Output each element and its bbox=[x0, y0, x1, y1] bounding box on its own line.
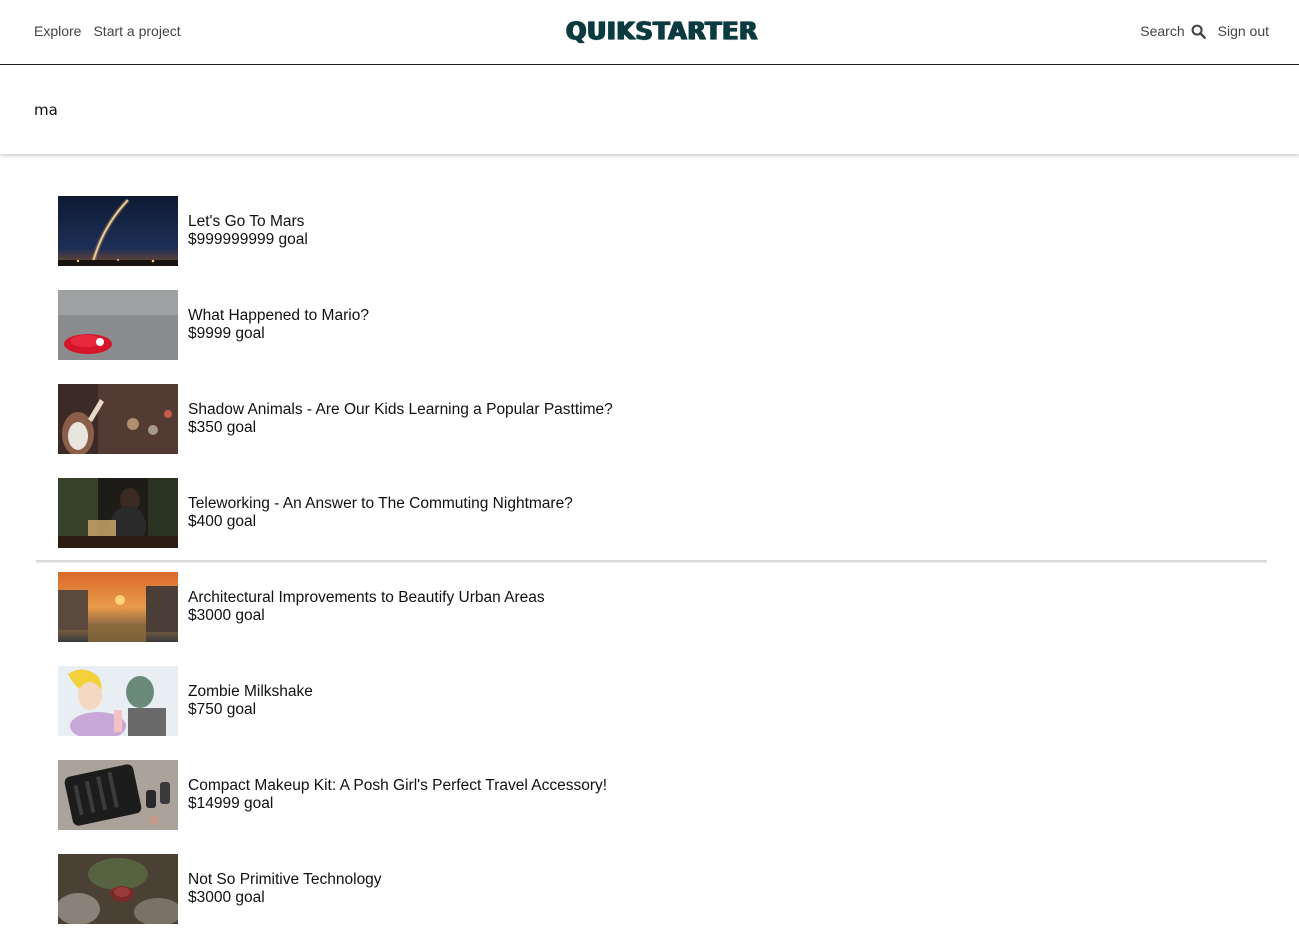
project-title: Compact Makeup Kit: A Posh Girl's Perfec… bbox=[188, 777, 608, 794]
sign-out-link[interactable]: Sign out bbox=[1218, 23, 1269, 39]
project-goal: $3000 goal bbox=[188, 889, 265, 906]
project-info: Architectural Improvements to Beautify U… bbox=[188, 589, 545, 625]
result-item[interactable]: Compact Makeup Kit: A Posh Girl's Perfec… bbox=[58, 760, 1258, 830]
project-thumbnail bbox=[58, 760, 178, 830]
project-goal: $14999 goal bbox=[188, 795, 274, 812]
project-info: Shadow Animals - Are Our Kids Learning a… bbox=[188, 401, 613, 437]
nav-explore-link[interactable]: Explore bbox=[34, 23, 81, 39]
result-item[interactable]: Not So Primitive Technology $3000 goal bbox=[58, 854, 1258, 924]
search-toggle-button[interactable]: Search bbox=[1140, 23, 1206, 39]
result-item[interactable]: Teleworking - An Answer to The Commuting… bbox=[58, 478, 1258, 548]
results-divider bbox=[36, 560, 1267, 562]
project-thumbnail bbox=[58, 384, 178, 454]
result-item[interactable]: Architectural Improvements to Beautify U… bbox=[58, 572, 1258, 642]
project-thumbnail bbox=[58, 290, 178, 360]
project-info: Not So Primitive Technology $3000 goal bbox=[188, 871, 382, 907]
project-title: Teleworking - An Answer to The Commuting… bbox=[188, 495, 573, 512]
search-panel bbox=[0, 66, 1299, 154]
project-goal: $999999999 goal bbox=[188, 231, 308, 248]
search-input[interactable] bbox=[34, 99, 534, 121]
project-thumbnail bbox=[58, 666, 178, 736]
search-label: Search bbox=[1140, 23, 1185, 39]
project-thumbnail bbox=[58, 572, 178, 642]
project-title: Shadow Animals - Are Our Kids Learning a… bbox=[188, 401, 613, 418]
project-title: Architectural Improvements to Beautify U… bbox=[188, 589, 545, 606]
top-navigation-bar: Explore Start a project QUIKSTARTER Sear… bbox=[0, 0, 1299, 65]
result-item[interactable]: What Happened to Mario? $9999 goal bbox=[58, 290, 1258, 360]
project-goal: $350 goal bbox=[188, 419, 257, 436]
project-info: Let's Go To Mars $999999999 goal bbox=[188, 213, 308, 249]
project-info: Zombie Milkshake $750 goal bbox=[188, 683, 313, 719]
search-icon bbox=[1191, 24, 1206, 39]
project-info: What Happened to Mario? $9999 goal bbox=[188, 307, 369, 343]
site-logo[interactable]: QUIKSTARTER bbox=[566, 14, 758, 48]
project-goal: $3000 goal bbox=[188, 607, 265, 624]
project-goal: $750 goal bbox=[188, 701, 257, 718]
nav-start-project-link[interactable]: Start a project bbox=[93, 23, 180, 39]
project-info: Teleworking - An Answer to The Commuting… bbox=[188, 495, 573, 531]
result-item[interactable]: Let's Go To Mars $999999999 goal bbox=[58, 196, 1258, 266]
project-thumbnail bbox=[58, 196, 178, 266]
result-item[interactable]: Shadow Animals - Are Our Kids Learning a… bbox=[58, 384, 1258, 454]
nav-right-group: Search Sign out bbox=[1140, 23, 1269, 39]
project-title: What Happened to Mario? bbox=[188, 307, 369, 324]
nav-left-group: Explore Start a project bbox=[34, 23, 181, 39]
project-title: Not So Primitive Technology bbox=[188, 871, 382, 888]
project-title: Let's Go To Mars bbox=[188, 213, 305, 230]
project-thumbnail bbox=[58, 854, 178, 924]
project-title: Zombie Milkshake bbox=[188, 683, 313, 700]
project-goal: $9999 goal bbox=[188, 325, 265, 342]
result-item[interactable]: Zombie Milkshake $750 goal bbox=[58, 666, 1258, 736]
search-results-list: Let's Go To Mars $999999999 goal What Ha… bbox=[58, 196, 1258, 942]
project-goal: $400 goal bbox=[188, 513, 257, 530]
project-info: Compact Makeup Kit: A Posh Girl's Perfec… bbox=[188, 777, 607, 813]
project-thumbnail bbox=[58, 478, 178, 548]
